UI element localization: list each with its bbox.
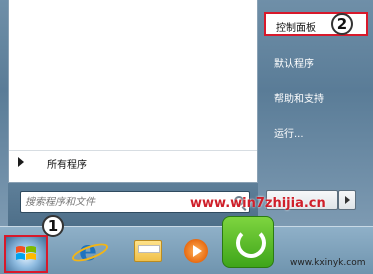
menu-item-label: 帮助和支持	[274, 94, 324, 105]
watermark-site: www.kxinyk.com	[290, 258, 366, 268]
menu-item-run[interactable]: 运行...	[264, 120, 368, 144]
taskbar-media-player[interactable]	[172, 231, 216, 273]
start-menu: 所有程序 控制面板 默认程序 帮助和支持 运行...	[0, 0, 373, 226]
all-programs-label: 所有程序	[47, 160, 87, 171]
menu-item-help-support[interactable]: 帮助和支持	[264, 85, 368, 109]
folder-icon	[134, 240, 162, 262]
menu-item-label: 控制面板	[276, 23, 316, 34]
shutdown-options-button[interactable]	[338, 190, 356, 210]
internet-explorer-icon: e	[74, 237, 102, 265]
menu-item-default-programs[interactable]: 默认程序	[264, 50, 368, 74]
desktop-screen: 所有程序 控制面板 默认程序 帮助和支持 运行...	[0, 0, 373, 274]
media-player-icon	[184, 239, 208, 263]
start-button[interactable]	[4, 235, 48, 273]
watermark-url: www.win7zhijia.cn	[190, 196, 326, 211]
menu-item-label: 默认程序	[274, 59, 314, 70]
callout-step-2: 2	[331, 13, 353, 35]
menu-item-label: 运行...	[274, 129, 304, 140]
taskbar-internet-explorer[interactable]: e	[66, 231, 110, 273]
windows-logo-icon	[16, 246, 36, 260]
all-programs-item[interactable]: 所有程序	[9, 150, 257, 174]
taskbar-file-explorer[interactable]	[126, 231, 170, 273]
watermark-logo-icon	[222, 216, 274, 268]
start-menu-right-pane: 控制面板 默认程序 帮助和支持 运行...	[258, 0, 373, 226]
callout-step-1: 1	[42, 215, 64, 237]
expand-arrow-icon	[18, 157, 24, 167]
start-menu-programs-pane: 所有程序	[8, 0, 258, 183]
